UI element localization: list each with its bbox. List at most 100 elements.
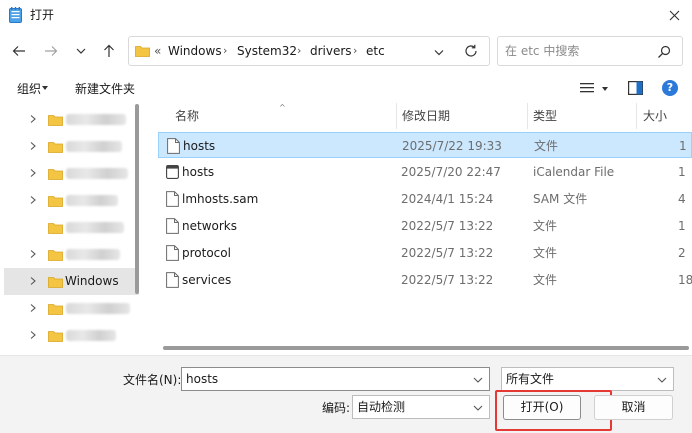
arrow-up-icon: [104, 44, 114, 57]
column-divider[interactable]: [527, 103, 528, 129]
nav-tree-item[interactable]: [4, 106, 139, 133]
blurred-folder-name: [66, 168, 128, 179]
file-row[interactable]: protocol 2022/5/7 13:22 文件 2: [158, 240, 692, 266]
file-row[interactable]: lmhosts.sam 2024/4/1 15:24 SAM 文件 4: [158, 186, 692, 212]
chevron-right-icon[interactable]: [28, 195, 38, 205]
breadcrumb-windows[interactable]: Windows: [168, 43, 222, 59]
file-row[interactable]: hosts 2025/7/22 19:33 文件 1: [158, 132, 692, 158]
file-size: 18: [678, 273, 692, 287]
chevron-right-icon[interactable]: [28, 168, 38, 178]
folder-icon: [48, 223, 63, 234]
file-size: 1: [678, 165, 686, 179]
chevron-down-icon: [76, 48, 86, 54]
forward-button[interactable]: [38, 38, 64, 64]
encoding-value: 自动检测: [357, 400, 406, 414]
nav-tree-item[interactable]: [4, 160, 139, 187]
nav-tree-item[interactable]: [4, 133, 139, 160]
file-type: 文件: [533, 219, 558, 233]
search-placeholder: 在 etc 中搜索: [505, 44, 580, 58]
chevron-down-icon: [434, 49, 444, 55]
file-modified: 2024/4/1 15:24: [401, 192, 494, 206]
nav-tree-item[interactable]: [4, 214, 139, 241]
chevron-right-icon[interactable]: [28, 303, 38, 313]
close-icon: [669, 10, 679, 20]
breadcrumb-overflow[interactable]: «: [154, 43, 161, 59]
chevron-right-icon[interactable]: [28, 141, 38, 151]
chevron-right-icon[interactable]: [28, 276, 38, 286]
caret-down-icon[interactable]: [602, 87, 608, 91]
file-size: 1: [678, 219, 686, 233]
file-list-horizontal-scrollbar[interactable]: [163, 346, 689, 350]
nav-tree-item[interactable]: [4, 241, 139, 268]
refresh-icon: [465, 44, 477, 57]
navigation-pane[interactable]: Windows: [0, 103, 146, 355]
file-type-select[interactable]: 所有文件: [501, 367, 674, 391]
folder-icon: [48, 331, 63, 342]
open-button[interactable]: 打开(O): [503, 395, 581, 420]
breadcrumb-separator[interactable]: ›: [297, 43, 301, 59]
breadcrumb-separator[interactable]: ›: [223, 43, 227, 59]
calendar-file-icon: [166, 165, 179, 179]
file-type: 文件: [533, 246, 558, 260]
blurred-folder-name: [66, 330, 116, 341]
column-header-modified[interactable]: 修改日期: [402, 108, 450, 124]
filename-input[interactable]: hosts: [181, 367, 490, 391]
folder-icon: [48, 250, 63, 261]
file-type: SAM 文件: [533, 192, 588, 206]
file-name: lmhosts.sam: [182, 192, 259, 206]
view-options-icon[interactable]: [580, 82, 594, 94]
folder-icon: [48, 115, 63, 126]
chevron-right-icon[interactable]: [28, 114, 38, 124]
breadcrumb-drivers[interactable]: drivers: [310, 43, 352, 59]
file-name: hosts: [182, 165, 215, 179]
encoding-label: 编码:: [322, 401, 351, 415]
preview-pane-icon[interactable]: [628, 81, 643, 95]
column-header-size[interactable]: 大小: [643, 108, 667, 124]
search-input[interactable]: 在 etc 中搜索: [497, 36, 683, 66]
window-title: 打开: [30, 8, 55, 22]
chevron-down-icon[interactable]: [472, 374, 484, 386]
file-modified: 2025/7/20 22:47: [401, 165, 501, 179]
file-name: hosts: [183, 139, 216, 153]
file-row[interactable]: hosts 2025/7/20 22:47 iCalendar File 1: [158, 159, 692, 185]
file-row[interactable]: networks 2022/5/7 13:22 文件 1: [158, 213, 692, 239]
help-button[interactable]: ?: [662, 80, 678, 96]
breadcrumb-separator[interactable]: ›: [353, 43, 357, 59]
nav-tree-item-windows[interactable]: Windows: [4, 268, 139, 295]
file-modified: 2025/7/22 19:33: [402, 139, 502, 153]
file-icon: [166, 191, 179, 207]
close-button[interactable]: [656, 0, 692, 30]
nav-pane-scrollbar[interactable]: [135, 104, 139, 294]
cancel-button[interactable]: 取消: [594, 395, 673, 420]
new-folder-button[interactable]: 新建文件夹: [75, 81, 135, 97]
address-bar[interactable]: « Windows › System32 › drivers › etc: [128, 36, 490, 66]
breadcrumb-system32[interactable]: System32: [237, 43, 297, 59]
folder-icon: [135, 46, 150, 57]
up-button[interactable]: [96, 38, 122, 64]
refresh-button[interactable]: [462, 42, 480, 60]
search-icon[interactable]: [656, 44, 672, 60]
file-name: networks: [182, 219, 237, 233]
column-divider[interactable]: [396, 103, 397, 129]
column-divider[interactable]: [636, 103, 637, 129]
column-header-name[interactable]: 名称: [175, 108, 199, 124]
chevron-right-icon[interactable]: [28, 330, 38, 340]
encoding-select[interactable]: 自动检测: [352, 395, 490, 419]
address-history-button[interactable]: [431, 44, 447, 60]
blurred-folder-name: [66, 303, 130, 314]
nav-tree-item[interactable]: [4, 322, 139, 349]
folder-icon: [48, 277, 63, 288]
arrow-right-icon: [45, 46, 58, 56]
file-row[interactable]: services 2022/5/7 13:22 文件 18: [158, 267, 692, 293]
nav-tree-item[interactable]: [4, 295, 139, 322]
file-list[interactable]: ^ 名称 修改日期 类型 大小 hosts 2025/7/22 19:33 文件…: [146, 103, 692, 355]
column-header-type[interactable]: 类型: [533, 108, 557, 124]
file-size: 2: [678, 246, 686, 260]
breadcrumb-etc[interactable]: etc: [366, 43, 385, 59]
back-button[interactable]: [6, 38, 32, 64]
nav-tree-item[interactable]: [4, 187, 139, 214]
blurred-folder-name: [66, 114, 126, 125]
recent-locations-button[interactable]: [68, 38, 94, 64]
chevron-right-icon[interactable]: [28, 249, 38, 259]
organize-menu-button[interactable]: 组织: [17, 81, 41, 97]
